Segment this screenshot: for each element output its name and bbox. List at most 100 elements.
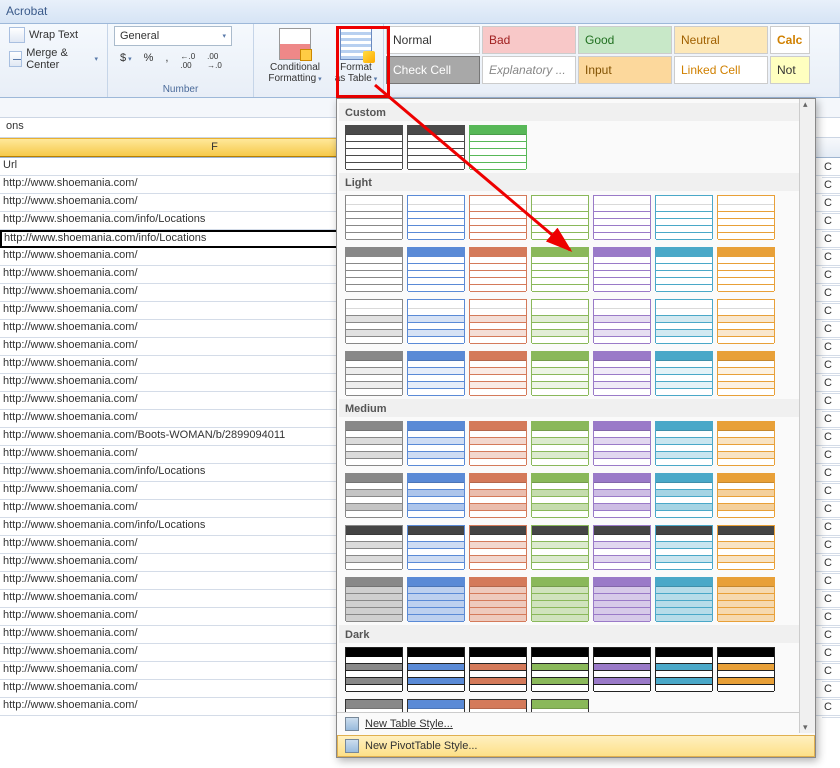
merge-center-button[interactable]: Merge & Center ▾: [6, 46, 101, 72]
table-style-swatch[interactable]: [407, 699, 465, 712]
table-style-swatch[interactable]: [531, 647, 589, 691]
table-style-swatch[interactable]: [469, 299, 527, 343]
table-style-swatch[interactable]: [345, 125, 403, 169]
table-style-swatch[interactable]: [345, 421, 403, 465]
partial-cell[interactable]: C: [822, 430, 840, 448]
table-style-swatch[interactable]: [655, 299, 713, 343]
style-note[interactable]: Not: [770, 56, 810, 84]
table-style-swatch[interactable]: [593, 525, 651, 569]
table-style-swatch[interactable]: [593, 247, 651, 291]
increase-decimal-button[interactable]: ←.0.00: [174, 49, 201, 73]
partial-cell[interactable]: C: [822, 322, 840, 340]
style-bad[interactable]: Bad: [482, 26, 576, 54]
partial-cell[interactable]: C: [822, 358, 840, 376]
table-style-swatch[interactable]: [407, 351, 465, 395]
style-explanatory[interactable]: Explanatory ...: [482, 56, 576, 84]
table-style-swatch[interactable]: [593, 351, 651, 395]
partial-cell[interactable]: C: [822, 682, 840, 700]
style-check-cell[interactable]: Check Cell: [386, 56, 480, 84]
table-style-swatch[interactable]: [655, 577, 713, 621]
decrease-decimal-button[interactable]: .00→.0: [201, 49, 228, 73]
partial-cell[interactable]: C: [822, 304, 840, 322]
table-style-swatch[interactable]: [593, 195, 651, 239]
table-style-swatch[interactable]: [531, 247, 589, 291]
table-style-swatch[interactable]: [407, 647, 465, 691]
style-good[interactable]: Good: [578, 26, 672, 54]
table-style-swatch[interactable]: [469, 195, 527, 239]
partial-cell[interactable]: C: [822, 556, 840, 574]
table-style-swatch[interactable]: [345, 195, 403, 239]
table-style-swatch[interactable]: [717, 351, 775, 395]
currency-button[interactable]: $▾: [114, 49, 138, 73]
table-style-swatch[interactable]: [531, 577, 589, 621]
table-style-swatch[interactable]: [655, 351, 713, 395]
table-style-swatch[interactable]: [717, 247, 775, 291]
table-style-swatch[interactable]: [469, 699, 527, 712]
table-style-swatch[interactable]: [531, 699, 589, 712]
style-input[interactable]: Input: [578, 56, 672, 84]
table-style-swatch[interactable]: [593, 421, 651, 465]
conditional-formatting-button[interactable]: ConditionalFormatting▾: [260, 26, 330, 87]
partial-cell[interactable]: C: [822, 250, 840, 268]
table-style-swatch[interactable]: [345, 577, 403, 621]
table-style-swatch[interactable]: [469, 525, 527, 569]
table-style-swatch[interactable]: [655, 647, 713, 691]
table-style-swatch[interactable]: [717, 473, 775, 517]
table-style-swatch[interactable]: [407, 525, 465, 569]
table-style-swatch[interactable]: [407, 195, 465, 239]
table-style-swatch[interactable]: [531, 473, 589, 517]
table-style-swatch[interactable]: [655, 195, 713, 239]
table-style-swatch[interactable]: [345, 351, 403, 395]
number-format-select[interactable]: General ▾: [114, 26, 232, 46]
table-style-swatch[interactable]: [531, 351, 589, 395]
partial-cell[interactable]: C: [822, 466, 840, 484]
partial-cell[interactable]: C: [822, 340, 840, 358]
comma-button[interactable]: ,: [159, 49, 174, 73]
table-style-swatch[interactable]: [469, 647, 527, 691]
style-calc[interactable]: Calc: [770, 26, 810, 54]
partial-cell[interactable]: C: [822, 286, 840, 304]
table-style-swatch[interactable]: [717, 299, 775, 343]
table-style-swatch[interactable]: [407, 125, 465, 169]
gallery-scrollbar[interactable]: [799, 99, 815, 733]
partial-cell[interactable]: C: [822, 376, 840, 394]
table-style-swatch[interactable]: [469, 125, 527, 169]
table-style-swatch[interactable]: [717, 647, 775, 691]
table-style-swatch[interactable]: [407, 421, 465, 465]
table-style-swatch[interactable]: [407, 299, 465, 343]
table-style-swatch[interactable]: [345, 525, 403, 569]
table-style-swatch[interactable]: [717, 195, 775, 239]
table-style-swatch[interactable]: [469, 421, 527, 465]
partial-cell[interactable]: C: [822, 484, 840, 502]
percent-button[interactable]: %: [138, 49, 160, 73]
partial-cell[interactable]: C: [822, 628, 840, 646]
table-style-swatch[interactable]: [717, 421, 775, 465]
format-as-table-button[interactable]: Formatas Table▾: [330, 26, 382, 87]
style-linked-cell[interactable]: Linked Cell: [674, 56, 768, 84]
table-style-swatch[interactable]: [593, 299, 651, 343]
table-style-swatch[interactable]: [345, 299, 403, 343]
partial-cell[interactable]: C: [822, 160, 840, 178]
style-normal[interactable]: Normal: [386, 26, 480, 54]
partial-cell[interactable]: C: [822, 196, 840, 214]
table-style-swatch[interactable]: [531, 525, 589, 569]
table-style-swatch[interactable]: [531, 421, 589, 465]
wrap-text-button[interactable]: Wrap Text: [6, 26, 101, 44]
partial-cell[interactable]: C: [822, 520, 840, 538]
table-style-swatch[interactable]: [345, 699, 403, 712]
partial-cell[interactable]: C: [822, 646, 840, 664]
partial-cell[interactable]: C: [822, 664, 840, 682]
new-table-style-menu[interactable]: New Table Style...: [337, 713, 815, 735]
table-style-swatch[interactable]: [469, 351, 527, 395]
table-style-swatch[interactable]: [531, 299, 589, 343]
partial-cell[interactable]: C: [822, 232, 840, 250]
table-style-swatch[interactable]: [345, 247, 403, 291]
table-style-swatch[interactable]: [717, 525, 775, 569]
partial-cell[interactable]: C: [822, 538, 840, 556]
partial-cell[interactable]: C: [822, 412, 840, 430]
new-pivottable-style-menu[interactable]: New PivotTable Style...: [337, 735, 815, 757]
table-style-swatch[interactable]: [593, 647, 651, 691]
table-style-swatch[interactable]: [655, 473, 713, 517]
table-style-swatch[interactable]: [531, 195, 589, 239]
partial-cell[interactable]: C: [822, 268, 840, 286]
